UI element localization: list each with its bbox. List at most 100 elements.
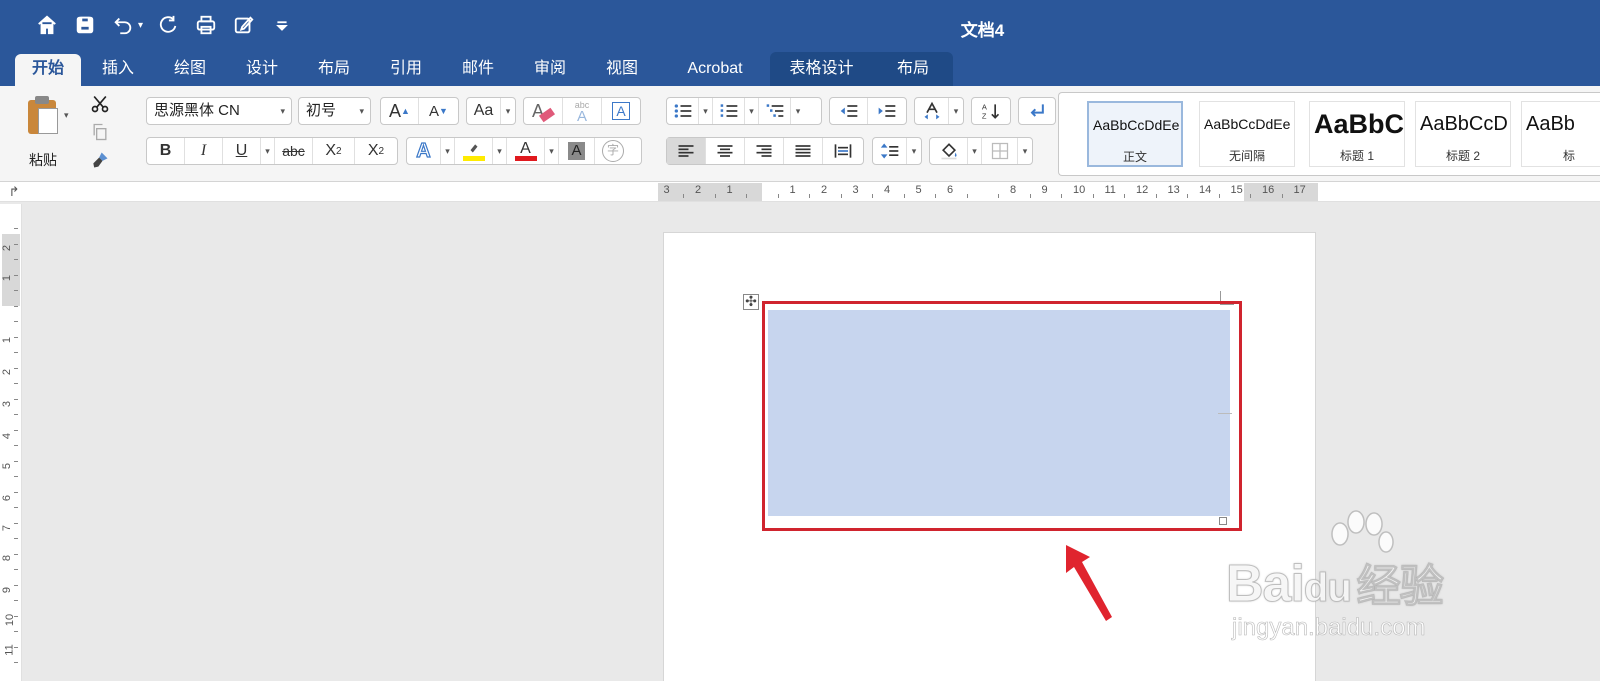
- ruler-tick: [14, 429, 18, 431]
- ruler-tick: [1281, 194, 1283, 198]
- tab-table-layout[interactable]: 布局: [873, 52, 953, 86]
- highlight-button[interactable]: [455, 138, 493, 164]
- shading-dropdown-icon[interactable]: ▾: [968, 138, 982, 164]
- align-left-icon: [678, 145, 694, 157]
- bullets-dropdown-icon[interactable]: ▾: [699, 98, 713, 124]
- sort-icon: AZ: [982, 102, 1000, 121]
- change-case-dropdown-icon[interactable]: ▾: [501, 98, 515, 124]
- multilevel-list-button[interactable]: [759, 98, 791, 124]
- grow-font-button[interactable]: A ▲: [381, 98, 419, 124]
- tab-stop-selector-icon[interactable]: ↱: [4, 182, 24, 202]
- superscript-button[interactable]: X2: [355, 138, 397, 164]
- align-center-icon: [717, 145, 733, 157]
- ruler-tick: [14, 584, 18, 586]
- ruler-number: 13: [1167, 184, 1180, 196]
- watermark-url: jingyan.baidu.com: [1232, 614, 1426, 642]
- multilevel-dropdown-icon[interactable]: ▾: [791, 98, 805, 124]
- line-spacing-dropdown-icon[interactable]: ▾: [907, 138, 921, 164]
- highlighter-icon: [470, 143, 477, 152]
- ruler-number: 8: [1, 554, 14, 562]
- font-size-select[interactable]: 初号 ▾: [298, 97, 371, 125]
- ruler-number: 4: [1, 432, 14, 440]
- strikethrough-button[interactable]: abc: [275, 138, 313, 164]
- sort-button[interactable]: AZ: [972, 98, 1010, 124]
- font-color-dropdown-icon[interactable]: ▾: [545, 138, 559, 164]
- change-case-group: Aa ▾: [466, 97, 516, 125]
- borders-button[interactable]: [982, 138, 1018, 164]
- vertical-ruler[interactable]: 2 1 1 2 3 4 5 6 7 8 9 10 11: [0, 204, 22, 681]
- paste-dropdown-icon[interactable]: ▾: [64, 110, 69, 121]
- ruler-tick: [14, 228, 18, 229]
- shrink-font-glyph: A: [429, 102, 440, 120]
- tab-mailings[interactable]: 邮件: [450, 52, 506, 86]
- tab-acrobat[interactable]: Acrobat: [672, 52, 758, 86]
- shading-button[interactable]: [930, 138, 968, 164]
- align-right-button[interactable]: [745, 138, 784, 164]
- horizontal-ruler[interactable]: 3 2 1 1 2 3 4 5 6 8 9 10 11 12 13 14 15 16 17: [658, 183, 1318, 201]
- italic-button[interactable]: I: [185, 138, 223, 164]
- format-painter-button[interactable]: [88, 146, 112, 174]
- justify-button[interactable]: [784, 138, 823, 164]
- align-left-button[interactable]: [667, 138, 706, 164]
- distributed-button[interactable]: [823, 138, 862, 164]
- show-formatting-button[interactable]: [1019, 98, 1055, 124]
- watermark-brand-b: du: [1303, 566, 1352, 611]
- ruler-number: 3: [663, 184, 670, 196]
- tab-insert[interactable]: 插入: [90, 52, 146, 86]
- svg-text:A: A: [982, 102, 987, 111]
- cut-button[interactable]: [88, 90, 112, 118]
- line-spacing-button[interactable]: [873, 138, 907, 164]
- decrease-indent-button[interactable]: [830, 98, 868, 124]
- tab-layout[interactable]: 布局: [306, 52, 362, 86]
- ruler-tick: [1187, 194, 1189, 198]
- font-name-select[interactable]: 思源黑体 CN ▾: [146, 97, 292, 125]
- numbering-button[interactable]: [713, 98, 745, 124]
- copy-icon: [93, 123, 107, 141]
- style-heading-2[interactable]: AaBbCcD 标题 2: [1415, 101, 1511, 167]
- enclose-characters-button[interactable]: 字: [595, 138, 631, 164]
- clear-formatting-button[interactable]: A: [524, 98, 563, 124]
- copy-button[interactable]: [88, 118, 112, 146]
- tab-table-design[interactable]: 表格设计: [770, 52, 873, 86]
- tab-draw[interactable]: 绘图: [162, 52, 218, 86]
- bullets-button[interactable]: [667, 98, 699, 124]
- text-effects-button[interactable]: A: [407, 138, 441, 164]
- underline-button[interactable]: U: [223, 138, 261, 164]
- style-normal[interactable]: AaBbCcDdEe 正文: [1087, 101, 1183, 167]
- character-shading-button[interactable]: A: [559, 138, 595, 164]
- ruler-tick: [14, 476, 18, 477]
- ruler-tick: [14, 290, 18, 291]
- tab-view[interactable]: 视图: [594, 52, 650, 86]
- watermark-brand-cn: 经验: [1356, 562, 1444, 612]
- align-center-button[interactable]: [706, 138, 745, 164]
- font-color-button[interactable]: A: [507, 138, 545, 164]
- style-heading-1[interactable]: AaBbC 标题 1: [1309, 101, 1405, 167]
- subscript-glyph: X: [325, 142, 337, 159]
- bold-button[interactable]: B: [147, 138, 185, 164]
- text-effects-dropdown-icon[interactable]: ▾: [441, 138, 455, 164]
- increase-indent-button[interactable]: [868, 98, 906, 124]
- tab-design[interactable]: 设计: [234, 52, 290, 86]
- phonetic-guide-button[interactable]: abc A: [563, 98, 602, 124]
- character-border-button[interactable]: A: [602, 98, 640, 124]
- table-move-handle-icon[interactable]: ✣: [743, 294, 759, 310]
- styles-gallery: AaBbCcDdEe 正文 AaBbCcDdEe 无间隔 AaBbC 标题 1 …: [1058, 92, 1600, 176]
- chevron-down-icon: ▾: [280, 106, 285, 116]
- style-title[interactable]: AaBb 标: [1521, 101, 1600, 167]
- tab-review[interactable]: 审阅: [522, 52, 578, 86]
- asian-layout-button[interactable]: [915, 98, 949, 124]
- tab-references[interactable]: 引用: [378, 52, 434, 86]
- asian-layout-dropdown-icon[interactable]: ▾: [949, 98, 963, 124]
- ruler-tick: [14, 460, 18, 462]
- borders-dropdown-icon[interactable]: ▾: [1018, 138, 1032, 164]
- shrink-font-button[interactable]: A ▼: [419, 98, 458, 124]
- paste-button[interactable]: 粘贴: [14, 92, 72, 172]
- change-case-button[interactable]: Aa: [467, 98, 501, 124]
- numbering-dropdown-icon[interactable]: ▾: [745, 98, 759, 124]
- subscript-button[interactable]: X2: [313, 138, 355, 164]
- svg-text:Z: Z: [982, 112, 987, 121]
- highlight-dropdown-icon[interactable]: ▾: [493, 138, 507, 164]
- style-no-spacing[interactable]: AaBbCcDdEe 无间隔: [1199, 101, 1295, 167]
- underline-dropdown-icon[interactable]: ▾: [261, 138, 275, 164]
- tab-home[interactable]: 开始: [15, 54, 81, 86]
